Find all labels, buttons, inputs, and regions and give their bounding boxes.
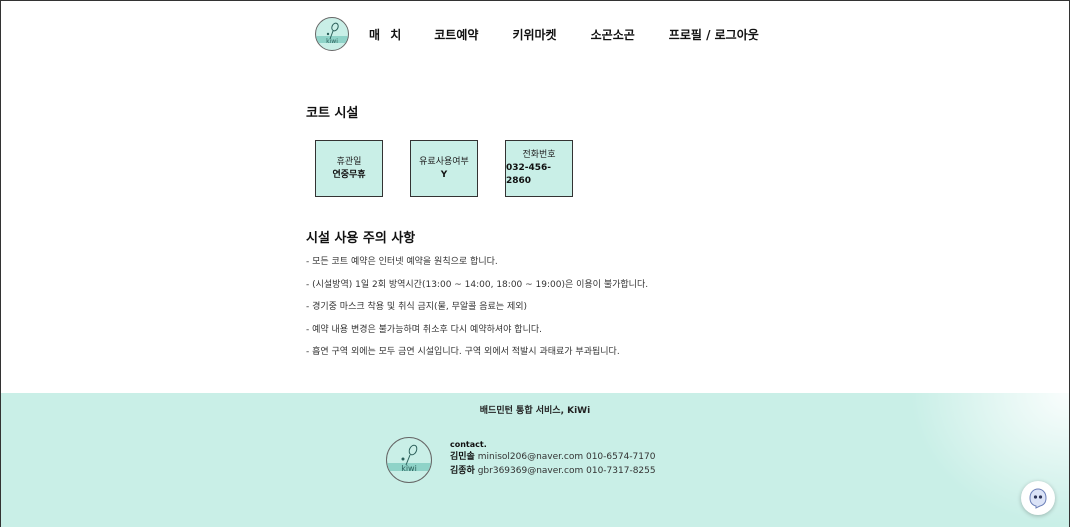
info-card-phone: 전화번호 032-456-2860 [505, 140, 573, 197]
card-value: 연중무휴 [332, 169, 366, 180]
facility-cards: 휴관일 연중무휴 유료사용여부 Y 전화번호 032-456-2860 [315, 140, 573, 197]
card-label: 휴관일 [336, 156, 362, 167]
facility-title: 코트 시설 [306, 106, 359, 121]
nav-community[interactable]: 소곤소곤 [591, 26, 635, 43]
badminton-racket-icon [316, 22, 348, 43]
footer: 배드민턴 통합 서비스, KiWi kiwi contact. 김민솔 mini… [1, 393, 1069, 527]
contact-email: gbr369369@naver.com [477, 465, 584, 476]
chat-ghost-icon [1029, 488, 1047, 509]
footer-logo: kiwi [386, 437, 432, 483]
card-value: 032-456-2860 [506, 163, 552, 186]
footer-title: 배드민턴 통합 서비스, KiWi [479, 406, 591, 416]
contact-phone: 010-6574-7170 [585, 452, 656, 462]
notice-item: - 예약 내용 변경은 불가능하며 취소후 다시 예약하셔야 합니다. [306, 324, 542, 335]
badminton-racket-icon [387, 444, 431, 471]
notices-title: 시설 사용 주의 사항 [306, 231, 416, 246]
contact-name: 김종하 [450, 465, 475, 476]
notice-item: - 흡연 구역 외에는 모두 금연 시설입니다. 구역 외에서 적발시 과태료가… [306, 347, 620, 357]
notice-item: - 경기중 마스크 착용 및 취식 금지(물, 무알콜 음료는 제외) [306, 302, 528, 312]
notice-item: - 모든 코트 예약은 인터넷 예약을 원칙으로 합니다. [306, 257, 498, 267]
logo-text: kiwi [326, 38, 338, 45]
contact-label: contact. [450, 440, 487, 449]
contact-row: 김민솔 minisol206@naver.com 010-6574-7170 [450, 451, 656, 465]
notice-list: - 모든 코트 예약은 인터넷 예약을 원칙으로 합니다. - (시설방역) 1… [306, 256, 648, 369]
notice-item: - (시설방역) 1일 2회 방역시간(13:00 ~ 14:00, 18:00… [306, 279, 649, 290]
top-nav: kiwi 매 치 코트예약 키위마켓 소곤소곤 프로필 / 로그아웃 [315, 17, 759, 51]
nav-match[interactable]: 매 치 [369, 26, 404, 43]
info-card-paid-use: 유료사용여부 Y [410, 140, 478, 197]
nav-profile-logout[interactable]: 프로필 / 로그아웃 [669, 26, 759, 43]
contact-phone: 010-7317-8255 [586, 465, 656, 476]
contact-name: 김민솔 [450, 452, 475, 462]
info-card-closed-day: 휴관일 연중무휴 [315, 140, 383, 197]
contact-block: contact. 김민솔 minisol206@naver.com 010-65… [450, 439, 656, 478]
contact-email: minisol206@naver.com [477, 452, 584, 462]
card-value: Y [440, 169, 448, 180]
card-label: 전화번호 [522, 150, 556, 160]
chat-button[interactable] [1021, 481, 1055, 515]
kiwi-logo[interactable]: kiwi [315, 17, 349, 51]
contact-row: 김종하 gbr369369@naver.com 010-7317-8255 [450, 465, 656, 479]
card-label: 유료사용여부 [419, 156, 469, 167]
nav-court-reservation[interactable]: 코트예약 [434, 26, 478, 43]
nav-kiwi-market[interactable]: 키위마켓 [512, 26, 556, 43]
logo-text: kiwi [401, 464, 417, 473]
